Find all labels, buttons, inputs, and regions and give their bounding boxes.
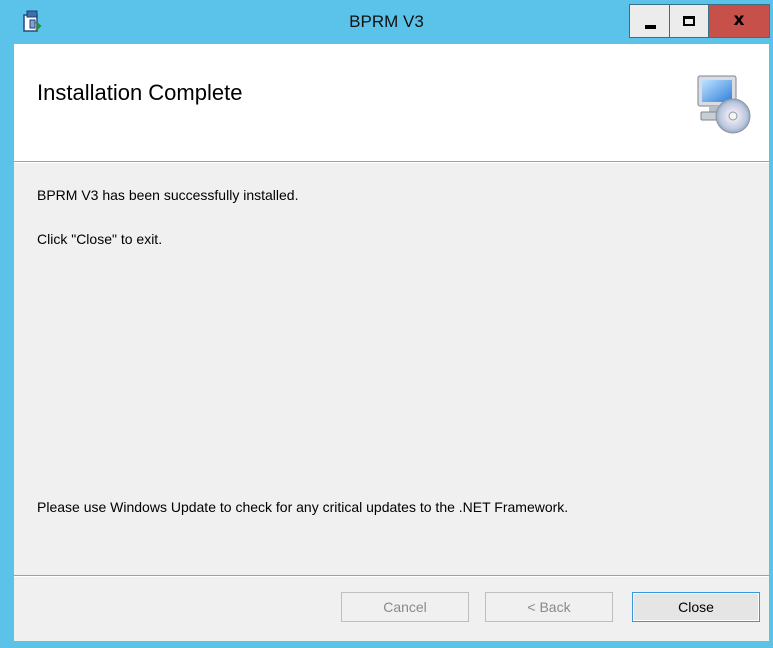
close-icon: x	[733, 10, 745, 30]
close-window-button[interactable]: x	[709, 4, 770, 38]
success-message: BPRM V3 has been successfully installed.	[37, 187, 299, 203]
minimize-icon	[645, 25, 656, 29]
minimize-button[interactable]	[629, 4, 670, 38]
close-button[interactable]: Close	[632, 592, 760, 622]
maximize-icon	[683, 16, 695, 26]
maximize-button[interactable]	[670, 4, 709, 38]
back-button[interactable]: < Back	[485, 592, 613, 622]
installer-window: BPRM V3 x Installation Complete BPRM V3 …	[0, 0, 773, 648]
dialog-client-area: Installation Complete BPRM V3 has been s…	[14, 44, 769, 641]
dialog-header: Installation Complete	[14, 44, 769, 163]
cancel-button[interactable]: Cancel	[341, 592, 469, 622]
title-bar[interactable]: BPRM V3 x	[0, 0, 773, 44]
footer-divider	[14, 575, 769, 577]
exit-instruction: Click "Close" to exit.	[37, 231, 163, 247]
update-notice: Please use Windows Update to check for a…	[37, 499, 569, 515]
page-title: Installation Complete	[37, 80, 243, 105]
computer-cd-icon	[697, 75, 751, 134]
